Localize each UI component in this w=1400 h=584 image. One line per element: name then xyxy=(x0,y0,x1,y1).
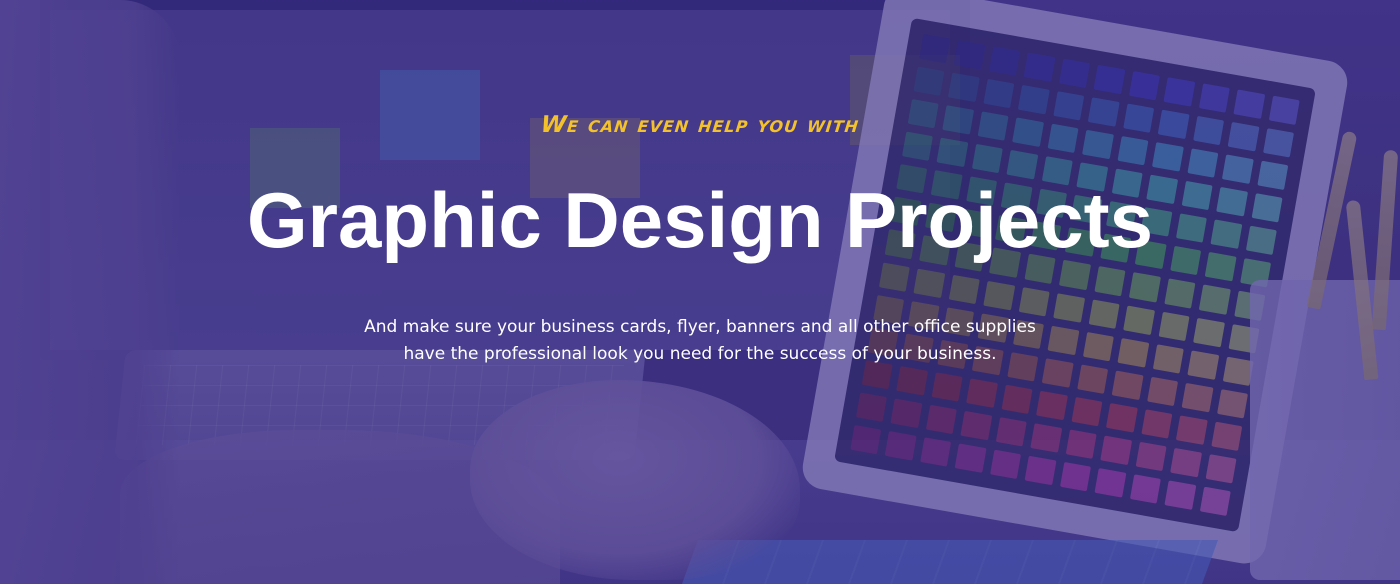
hero-title: Graphic Design Projects xyxy=(247,176,1153,264)
hero-description-line-2: have the professional look you need for … xyxy=(403,344,997,364)
hero-eyebrow: We can even help you with xyxy=(539,112,861,138)
hero-section: We can even help you with Graphic Design… xyxy=(0,0,1400,584)
hero-description-line-1: And make sure your business cards, flyer… xyxy=(364,317,1036,337)
hero-description: And make sure your business cards, flyer… xyxy=(300,314,1100,368)
hero-content: We can even help you with Graphic Design… xyxy=(0,0,1400,584)
